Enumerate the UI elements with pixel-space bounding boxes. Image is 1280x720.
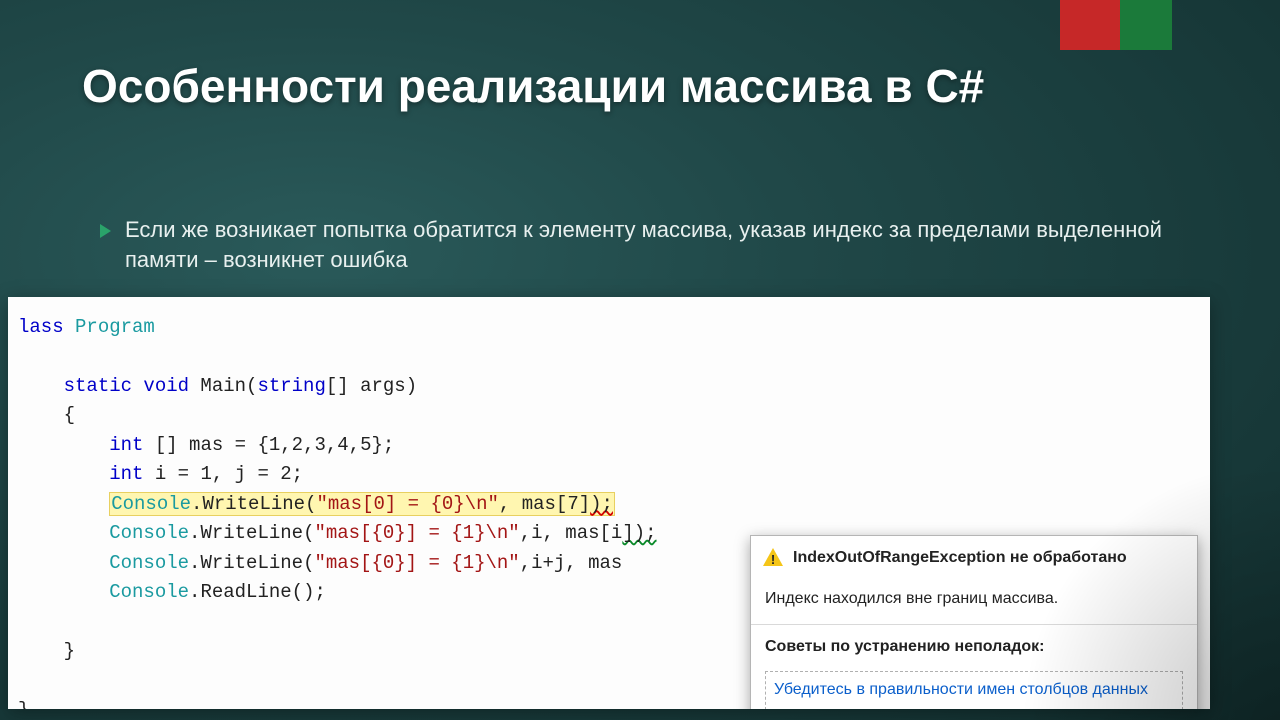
- code-text: {: [64, 404, 75, 426]
- bullet-icon: [100, 224, 111, 238]
- accent-red: [1060, 0, 1120, 50]
- code-class: Console: [109, 581, 189, 603]
- code-string: "mas[{0}] = {1}\n": [314, 522, 519, 544]
- highlighted-line: Console.WriteLine("mas[0] = {0}\n", mas[…: [109, 492, 615, 516]
- tooltip-message: Индекс находился вне границ массива.: [751, 581, 1197, 625]
- tooltip-title: IndexOutOfRangeException не обработано: [793, 546, 1127, 571]
- tooltip-subhead: Советы по устранению неполадок:: [751, 625, 1197, 666]
- code-kw: static void: [64, 375, 189, 397]
- code-text: .WriteLine(: [191, 493, 316, 515]
- bullet-block: Если же возникает попытка обратится к эл…: [100, 215, 1190, 274]
- code-class: Console: [111, 493, 191, 515]
- code-class: Console: [109, 522, 189, 544]
- code-text: .ReadLine();: [189, 581, 326, 603]
- code-text: }: [64, 640, 75, 662]
- accent-green: [1120, 0, 1172, 50]
- error-squiggle: );: [590, 493, 613, 515]
- code-kw: int: [109, 434, 143, 456]
- exception-tooltip: IndexOutOfRangeException не обработано И…: [750, 535, 1198, 709]
- warning-icon: [763, 548, 783, 568]
- code-text: ,i+j, mas: [520, 552, 623, 574]
- code-kw: lass: [18, 316, 75, 338]
- code-text: .WriteLine(: [189, 552, 314, 574]
- slide: Особенности реализации массива в С# Если…: [0, 0, 1280, 720]
- tooltip-header: IndexOutOfRangeException не обработано: [751, 536, 1197, 581]
- tooltip-link[interactable]: Убедитесь в правильности имен столбцов д…: [774, 681, 1148, 698]
- code-panel: lass Program static void Main(string[] a…: [8, 297, 1210, 709]
- code-text: [] args): [326, 375, 417, 397]
- code-text: }: [18, 699, 29, 709]
- bullet-text: Если же возникает попытка обратится к эл…: [125, 215, 1190, 274]
- code-text: Main(: [189, 375, 257, 397]
- code-text: ,i, mas[i: [520, 522, 623, 544]
- code-text: i = 1, j = 2;: [143, 463, 303, 485]
- code-class: Console: [109, 552, 189, 574]
- code-kw: string: [257, 375, 325, 397]
- code-string: "mas[0] = {0}\n": [316, 493, 498, 515]
- code-class: Program: [75, 316, 155, 338]
- code-text: , mas[7]: [499, 493, 590, 515]
- tooltip-suggestion[interactable]: Убедитесь в правильности имен столбцов д…: [765, 671, 1183, 709]
- code-text: .WriteLine(: [189, 522, 314, 544]
- code-text: [] mas = {1,2,3,4,5};: [143, 434, 394, 456]
- warn-squiggle: ]);: [622, 522, 656, 544]
- slide-title: Особенности реализации массива в С#: [82, 60, 1220, 113]
- code-kw: int: [109, 463, 143, 485]
- code-string: "mas[{0}] = {1}\n": [314, 552, 519, 574]
